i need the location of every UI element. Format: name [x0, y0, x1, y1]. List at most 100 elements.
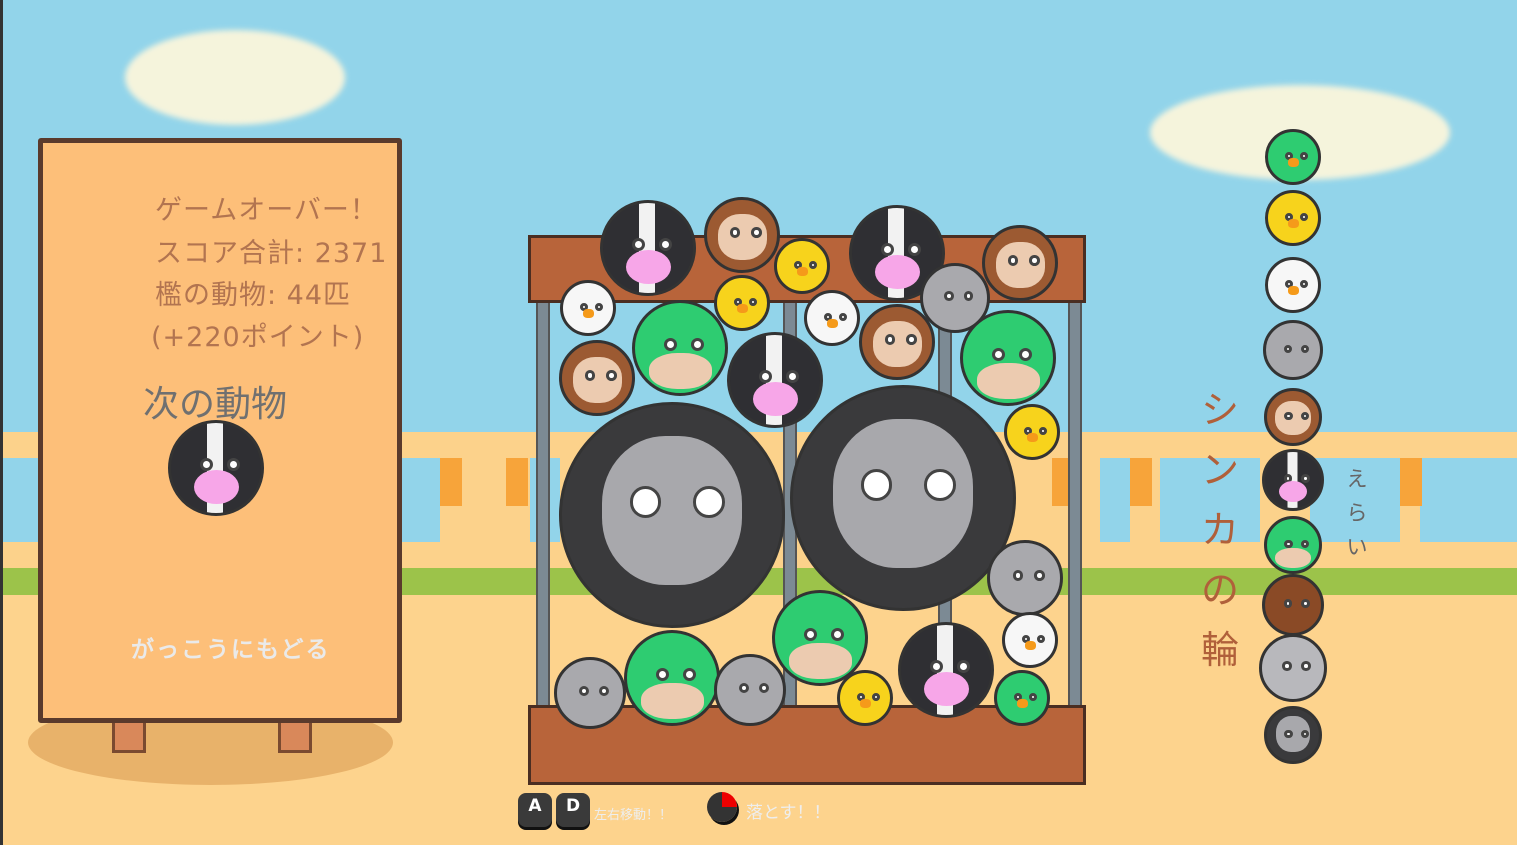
eye [631, 237, 646, 251]
sloth-icon [982, 225, 1058, 301]
chick-icon [1265, 190, 1321, 246]
evolution-title-char: 輪 [1200, 628, 1239, 672]
bear-icon [1262, 574, 1324, 636]
chicken-icon [804, 290, 860, 346]
fence-post [1400, 458, 1422, 506]
eye [598, 685, 609, 696]
eye [1282, 661, 1292, 671]
eye [199, 457, 214, 471]
mouse-click-icon [707, 792, 737, 822]
eye [595, 303, 604, 311]
gorilla-icon [790, 385, 1016, 611]
eye [1300, 539, 1309, 548]
eye [1300, 213, 1309, 221]
eye [226, 457, 241, 471]
eye [803, 627, 818, 641]
fence-post [506, 458, 528, 506]
eye [682, 667, 697, 681]
drop-hint: 落とす！！ [746, 803, 831, 823]
chicken-icon [560, 280, 616, 336]
eye [944, 291, 954, 301]
evolution-title-char: ン [1200, 448, 1239, 492]
evolution-title: シンカの輪 [1200, 380, 1240, 680]
eye [758, 682, 769, 693]
cage-animal-count: 檻の動物: 44匹 [155, 280, 352, 311]
eye [872, 693, 881, 701]
eye [658, 237, 673, 251]
eye [1300, 474, 1310, 483]
move-hint: 左右移動！！ [594, 808, 673, 823]
evolution-note-char: い [1346, 535, 1368, 559]
eye [809, 261, 818, 269]
eye [907, 242, 922, 256]
cow-icon [1262, 449, 1324, 511]
game-over-sign: ゲームオーバー！ スコア合計: 2371 檻の動物: 44匹 (+220ポイント… [38, 138, 402, 723]
evolution-note-char: え [1346, 467, 1368, 491]
sloth-icon [859, 304, 935, 380]
eye [1039, 427, 1048, 435]
key-a: A [518, 793, 552, 827]
key-d: D [556, 793, 590, 827]
crocodile-icon [960, 310, 1056, 406]
chick-icon [1004, 404, 1060, 460]
eye [751, 227, 762, 238]
evolution-note-char: ら [1346, 501, 1368, 525]
eye [860, 469, 893, 501]
eye [956, 659, 971, 673]
eye [738, 682, 749, 693]
sloth-icon [704, 197, 780, 273]
eye [1034, 570, 1045, 581]
wolf-icon [554, 657, 626, 729]
chicken-icon [1265, 257, 1321, 313]
crocodile-icon [624, 630, 720, 726]
eye [655, 667, 670, 681]
fence-post [1130, 458, 1152, 506]
eye [785, 369, 800, 383]
eye [880, 242, 895, 256]
eye [1029, 693, 1038, 701]
eye [924, 469, 956, 501]
eye [1012, 570, 1024, 581]
cage-pole [1068, 295, 1082, 735]
eye [749, 298, 758, 306]
eye [1029, 255, 1040, 266]
eye [690, 337, 705, 351]
eye [1037, 635, 1046, 643]
evolution-title-char: シ [1200, 388, 1239, 432]
duck-icon [994, 670, 1050, 726]
chick-icon [774, 238, 830, 294]
gorilla-icon [1264, 706, 1322, 764]
crocodile-icon [632, 300, 728, 396]
eye [1284, 729, 1293, 738]
evolution-note: えらい [1345, 462, 1369, 564]
eye [1300, 344, 1310, 353]
eye [963, 291, 974, 301]
game-over-text: ゲームオーバー！ [155, 195, 378, 226]
eye [606, 370, 617, 381]
wolf-icon [714, 654, 786, 726]
eye [1300, 411, 1309, 420]
wolf-icon [987, 540, 1063, 616]
sloth-icon [559, 340, 635, 416]
eye [991, 347, 1006, 361]
fence-gap [0, 458, 38, 542]
evolution-title-char: カ [1200, 508, 1239, 552]
cage-pole [536, 295, 550, 735]
elephant-icon [1259, 634, 1327, 702]
score-total: スコア合計: 2371 [155, 238, 388, 269]
gorilla-icon [559, 402, 785, 628]
eye [1283, 599, 1293, 608]
duck-icon [1265, 129, 1321, 185]
cow-icon [727, 332, 823, 428]
eye [1018, 347, 1033, 361]
eye [1300, 280, 1309, 288]
crocodile-icon [1264, 516, 1322, 574]
back-to-school-button[interactable]: がっこうにもどる [131, 630, 331, 664]
eye [839, 313, 848, 321]
evolution-title-char: の [1200, 568, 1239, 612]
eye [578, 685, 589, 696]
chick-icon [837, 670, 893, 726]
eye [1284, 411, 1293, 420]
eye [1300, 599, 1310, 608]
window-edge [0, 0, 3, 845]
